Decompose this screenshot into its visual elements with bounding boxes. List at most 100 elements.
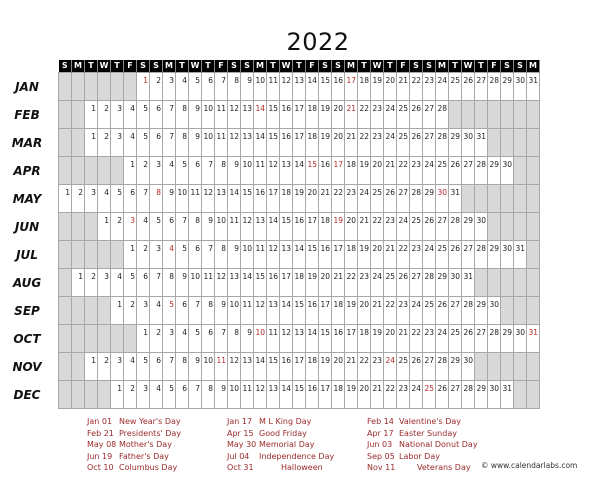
day-cell[interactable]: 9 bbox=[188, 128, 202, 157]
day-cell[interactable]: 13 bbox=[279, 156, 293, 185]
day-cell[interactable]: 1 bbox=[123, 240, 137, 269]
day-cell[interactable]: 29 bbox=[422, 184, 436, 213]
day-cell[interactable]: 12 bbox=[279, 324, 293, 353]
day-cell[interactable]: 7 bbox=[214, 72, 228, 101]
day-cell[interactable]: 22 bbox=[370, 212, 384, 241]
day-cell[interactable]: 5 bbox=[123, 268, 137, 297]
day-cell[interactable]: 16 bbox=[279, 352, 293, 381]
day-cell[interactable]: 23 bbox=[396, 296, 410, 325]
day-cell[interactable]: 30 bbox=[487, 296, 501, 325]
day-cell[interactable]: 28 bbox=[461, 296, 475, 325]
day-cell[interactable]: 1 bbox=[84, 128, 98, 157]
day-cell[interactable]: 21 bbox=[396, 72, 410, 101]
day-cell[interactable]: 24 bbox=[435, 324, 449, 353]
day-cell[interactable]: 2 bbox=[123, 380, 137, 409]
day-cell[interactable]: 9 bbox=[188, 352, 202, 381]
day-cell[interactable]: 31 bbox=[526, 324, 540, 353]
day-cell[interactable]: 18 bbox=[357, 324, 371, 353]
day-cell[interactable]: 27 bbox=[448, 296, 462, 325]
day-cell[interactable]: 15 bbox=[240, 184, 254, 213]
day-cell[interactable]: 15 bbox=[292, 380, 306, 409]
day-cell[interactable]: 10 bbox=[201, 100, 215, 129]
day-cell[interactable]: 5 bbox=[110, 184, 124, 213]
day-cell[interactable]: 13 bbox=[279, 240, 293, 269]
day-cell[interactable]: 12 bbox=[279, 72, 293, 101]
day-cell[interactable]: 10 bbox=[227, 296, 241, 325]
day-cell[interactable]: 9 bbox=[214, 296, 228, 325]
day-cell[interactable]: 8 bbox=[175, 100, 189, 129]
day-cell[interactable]: 5 bbox=[175, 240, 189, 269]
day-cell[interactable]: 15 bbox=[305, 156, 319, 185]
day-cell[interactable]: 11 bbox=[214, 128, 228, 157]
day-cell[interactable]: 14 bbox=[240, 268, 254, 297]
day-cell[interactable]: 5 bbox=[188, 72, 202, 101]
day-cell[interactable]: 6 bbox=[201, 72, 215, 101]
day-cell[interactable]: 4 bbox=[110, 268, 124, 297]
day-cell[interactable]: 4 bbox=[123, 128, 137, 157]
day-cell[interactable]: 2 bbox=[149, 72, 163, 101]
day-cell[interactable]: 18 bbox=[305, 128, 319, 157]
day-cell[interactable]: 3 bbox=[110, 128, 124, 157]
day-cell[interactable]: 8 bbox=[227, 324, 241, 353]
day-cell[interactable]: 29 bbox=[448, 352, 462, 381]
day-cell[interactable]: 5 bbox=[149, 212, 163, 241]
day-cell[interactable]: 23 bbox=[370, 352, 384, 381]
day-cell[interactable]: 16 bbox=[305, 296, 319, 325]
day-cell[interactable]: 15 bbox=[266, 100, 280, 129]
day-cell[interactable]: 28 bbox=[409, 184, 423, 213]
day-cell[interactable]: 2 bbox=[97, 352, 111, 381]
day-cell[interactable]: 26 bbox=[448, 156, 462, 185]
day-cell[interactable]: 17 bbox=[318, 296, 332, 325]
day-cell[interactable]: 4 bbox=[123, 100, 137, 129]
day-cell[interactable]: 19 bbox=[370, 324, 384, 353]
day-cell[interactable]: 10 bbox=[253, 324, 267, 353]
day-cell[interactable]: 1 bbox=[58, 184, 72, 213]
day-cell[interactable]: 15 bbox=[318, 72, 332, 101]
day-cell[interactable]: 22 bbox=[331, 184, 345, 213]
day-cell[interactable]: 30 bbox=[448, 268, 462, 297]
day-cell[interactable]: 4 bbox=[162, 240, 176, 269]
day-cell[interactable]: 10 bbox=[175, 184, 189, 213]
day-cell[interactable]: 16 bbox=[331, 324, 345, 353]
day-cell[interactable]: 21 bbox=[383, 240, 397, 269]
day-cell[interactable]: 25 bbox=[435, 240, 449, 269]
day-cell[interactable]: 29 bbox=[487, 240, 501, 269]
day-cell[interactable]: 10 bbox=[201, 128, 215, 157]
day-cell[interactable]: 6 bbox=[149, 128, 163, 157]
day-cell[interactable]: 21 bbox=[370, 380, 384, 409]
day-cell[interactable]: 21 bbox=[344, 100, 358, 129]
day-cell[interactable]: 9 bbox=[227, 156, 241, 185]
day-cell[interactable]: 28 bbox=[422, 268, 436, 297]
day-cell[interactable]: 29 bbox=[500, 72, 514, 101]
day-cell[interactable]: 27 bbox=[435, 212, 449, 241]
day-cell[interactable]: 20 bbox=[383, 324, 397, 353]
day-cell[interactable]: 23 bbox=[409, 156, 423, 185]
day-cell[interactable]: 22 bbox=[357, 352, 371, 381]
day-cell[interactable]: 10 bbox=[214, 212, 228, 241]
day-cell[interactable]: 1 bbox=[84, 100, 98, 129]
day-cell[interactable]: 2 bbox=[149, 324, 163, 353]
day-cell[interactable]: 21 bbox=[357, 212, 371, 241]
day-cell[interactable]: 6 bbox=[149, 352, 163, 381]
day-cell[interactable]: 2 bbox=[123, 296, 137, 325]
day-cell[interactable]: 24 bbox=[409, 380, 423, 409]
day-cell[interactable]: 26 bbox=[461, 324, 475, 353]
day-cell[interactable]: 25 bbox=[448, 324, 462, 353]
day-cell[interactable]: 9 bbox=[162, 184, 176, 213]
day-cell[interactable]: 29 bbox=[448, 128, 462, 157]
day-cell[interactable]: 18 bbox=[318, 212, 332, 241]
day-cell[interactable]: 11 bbox=[240, 296, 254, 325]
day-cell[interactable]: 16 bbox=[331, 72, 345, 101]
day-cell[interactable]: 12 bbox=[253, 296, 267, 325]
day-cell[interactable]: 28 bbox=[474, 240, 488, 269]
day-cell[interactable]: 23 bbox=[357, 268, 371, 297]
day-cell[interactable]: 24 bbox=[383, 352, 397, 381]
day-cell[interactable]: 12 bbox=[253, 380, 267, 409]
day-cell[interactable]: 20 bbox=[344, 212, 358, 241]
day-cell[interactable]: 12 bbox=[227, 352, 241, 381]
day-cell[interactable]: 6 bbox=[188, 240, 202, 269]
day-cell[interactable]: 11 bbox=[201, 268, 215, 297]
day-cell[interactable]: 13 bbox=[240, 352, 254, 381]
day-cell[interactable]: 14 bbox=[305, 72, 319, 101]
day-cell[interactable]: 16 bbox=[318, 156, 332, 185]
